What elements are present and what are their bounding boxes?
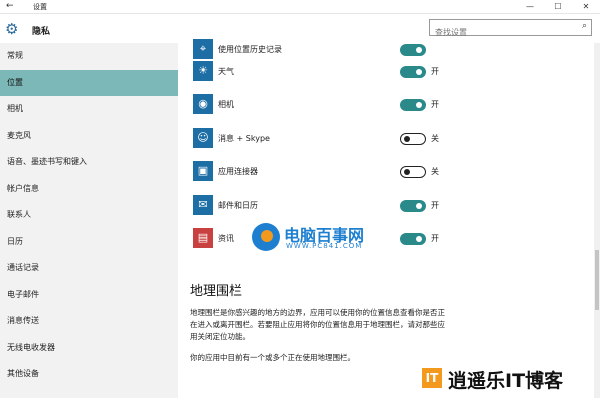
sidebar-item-messaging[interactable]: 消息传送 bbox=[0, 308, 178, 335]
toggle-state: 开 bbox=[431, 234, 439, 243]
xiaoyaole-logo-icon: IT bbox=[422, 368, 442, 388]
toggle-state: 开 bbox=[431, 67, 439, 76]
app-row-mail-calendar: ✉ 邮件和日历 开 bbox=[178, 189, 478, 223]
app-label: 相机 bbox=[218, 100, 234, 109]
pc841-logo-dot bbox=[261, 230, 273, 242]
news-toggle[interactable] bbox=[400, 233, 426, 245]
title-bar: ← 设置 — ☐ ✕ bbox=[0, 0, 600, 14]
geofence-status: 你的应用中目前有一个或多个正在使用地理围栏。 bbox=[190, 353, 355, 362]
app-label: 邮件和日历 bbox=[218, 201, 258, 210]
toggle-state: 关 bbox=[431, 134, 439, 143]
app-label: 使用位置历史记录 bbox=[218, 45, 282, 54]
app-connector-icon: ▣ bbox=[193, 161, 213, 181]
search-icon[interactable]: ⌕ bbox=[582, 21, 587, 31]
window-title: 设置 bbox=[33, 3, 47, 11]
sidebar: 常规 位置 相机 麦克风 语音、墨迹书写和键入 帐户信息 联系人 日历 通话记录… bbox=[0, 43, 178, 398]
page-title: 隐私 bbox=[32, 27, 51, 37]
mail-icon: ✉ bbox=[193, 195, 213, 215]
app-label: 资讯 bbox=[218, 234, 234, 243]
watermark-xiaoyaole: IT 逍遥乐IT博客 bbox=[422, 364, 598, 394]
toggle-state: 关 bbox=[431, 167, 439, 176]
sidebar-item-microphone[interactable]: 麦克风 bbox=[0, 123, 178, 150]
sidebar-item-contacts[interactable]: 联系人 bbox=[0, 202, 178, 229]
app-row-weather: ☀ 天气 开 bbox=[178, 55, 478, 89]
maximize-button[interactable]: ☐ bbox=[544, 0, 572, 14]
message-icon: ☺ bbox=[193, 128, 213, 148]
sidebar-item-other-devices[interactable]: 其他设备 bbox=[0, 361, 178, 388]
sidebar-item-speech[interactable]: 语音、墨迹书写和键入 bbox=[0, 149, 178, 176]
messaging-skype-toggle[interactable] bbox=[400, 133, 426, 145]
app-label: 应用连接器 bbox=[218, 167, 258, 176]
app-row-camera: ◉ 相机 开 bbox=[178, 88, 478, 122]
sidebar-item-camera[interactable]: 相机 bbox=[0, 96, 178, 123]
toggle-state: 开 bbox=[431, 100, 439, 109]
app-row-app-connector: ▣ 应用连接器 关 bbox=[178, 155, 478, 189]
back-icon[interactable]: ← bbox=[6, 1, 14, 11]
weather-icon: ☀ bbox=[193, 61, 213, 81]
close-button[interactable]: ✕ bbox=[572, 0, 600, 14]
sidebar-item-radios[interactable]: 无线电收发器 bbox=[0, 335, 178, 362]
app-connector-toggle[interactable] bbox=[400, 166, 426, 178]
sidebar-item-general[interactable]: 常规 bbox=[0, 43, 178, 70]
minimize-button[interactable]: — bbox=[516, 0, 544, 14]
news-icon: ▤ bbox=[193, 228, 213, 248]
toggle-state: 开 bbox=[431, 201, 439, 210]
sidebar-item-location[interactable]: 位置 bbox=[0, 69, 178, 96]
sidebar-item-email[interactable]: 电子邮件 bbox=[0, 282, 178, 309]
mail-calendar-toggle[interactable] bbox=[400, 200, 426, 212]
sidebar-item-account-info[interactable]: 帐户信息 bbox=[0, 176, 178, 203]
app-label: 消息 + Skype bbox=[218, 134, 270, 143]
scrollbar-thumb[interactable] bbox=[595, 250, 599, 310]
main-content: ⌖ 使用位置历史记录 ☀ 天气 开 ◉ 相机 开 ☺ 消息 + Skype 关 … bbox=[178, 39, 600, 398]
sidebar-item-calendar[interactable]: 日历 bbox=[0, 229, 178, 256]
gear-icon: ⚙ bbox=[5, 20, 19, 38]
sidebar-item-call-history[interactable]: 通话记录 bbox=[0, 255, 178, 282]
app-row-messaging-skype: ☺ 消息 + Skype 关 bbox=[178, 122, 478, 156]
weather-toggle[interactable] bbox=[400, 66, 426, 78]
app-label: 天气 bbox=[218, 67, 234, 76]
watermark-name: 逍遥乐IT博客 bbox=[448, 370, 564, 392]
watermark-url: WWW.PC841.COM bbox=[286, 242, 363, 250]
geofence-description: 地理围栏是你感兴趣的地方的边界，应用可以使用你的位置信息查看你是否正在进入或离开… bbox=[190, 308, 445, 341]
scrollbar-track[interactable] bbox=[594, 43, 600, 398]
geofence-title: 地理围栏 bbox=[190, 284, 243, 299]
camera-toggle[interactable] bbox=[400, 99, 426, 111]
camera-icon: ◉ bbox=[193, 94, 213, 114]
